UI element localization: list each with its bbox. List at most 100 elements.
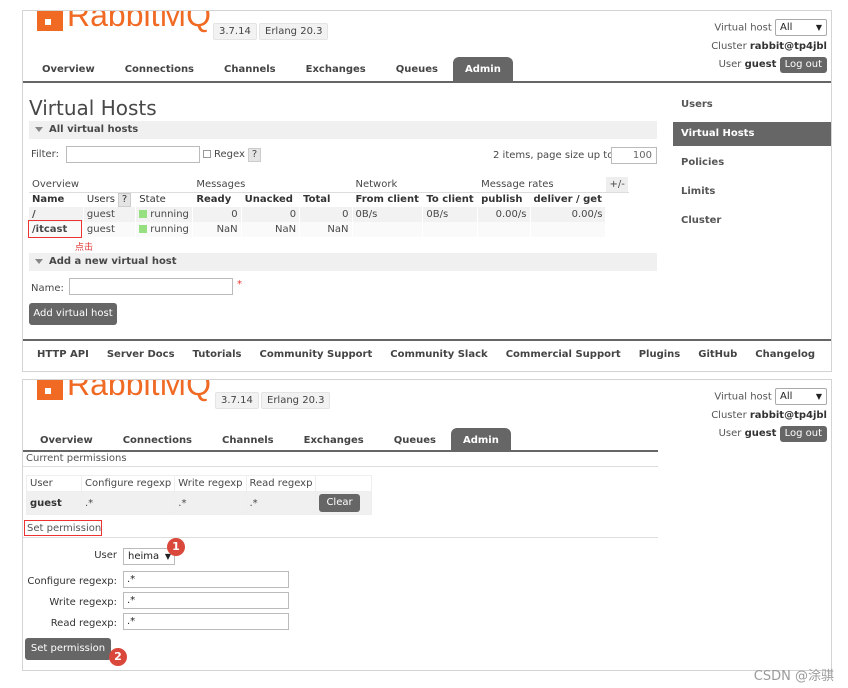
tab-queues[interactable]: Queues <box>381 64 453 81</box>
cell-user: guest <box>26 491 82 515</box>
annotation-highlight-box <box>28 220 82 238</box>
all-vhosts-section-toggle[interactable]: All virtual hosts <box>29 121 657 139</box>
cell-action: Clear <box>315 491 373 515</box>
col-users: Users? <box>83 192 137 207</box>
add-vhost-section-toggle[interactable]: Add a new virtual host <box>29 253 657 271</box>
cluster-label: Cluster <box>711 409 747 421</box>
virtual-host-select[interactable]: All ▼ <box>775 19 827 36</box>
vhosts-table: Overview Messages Network Message rates … <box>29 177 629 237</box>
admin-sidebar: Users Virtual Hosts Policies Limits Clus… <box>673 93 831 238</box>
header-info: Virtual host All ▼ Cluster rabbit@tp4jbl … <box>711 388 827 443</box>
col-deliver: deliver / get <box>530 192 607 207</box>
footer-link-community-support[interactable]: Community Support <box>260 349 373 360</box>
permissions-table: User Configure regexp Write regexp Read … <box>26 475 373 515</box>
set-permission-button[interactable]: Set permission <box>25 638 111 660</box>
col-to-client: To client <box>422 192 479 207</box>
page-title: Virtual Hosts <box>29 96 157 120</box>
footer-divider <box>23 339 831 341</box>
user-label: User <box>718 427 742 439</box>
cell-users: guest <box>83 222 137 237</box>
tab-overview[interactable]: Overview <box>27 64 110 81</box>
cell-ready: 0 <box>192 207 242 222</box>
users-help-button[interactable]: ? <box>117 192 132 207</box>
version-badge: 3.7.14 <box>213 23 257 40</box>
set-permission-heading: Set permission <box>27 523 102 534</box>
regex-help-button[interactable]: ? <box>247 148 262 162</box>
cell-state: running <box>135 207 194 222</box>
cell-deliver: 0.00/s <box>530 207 607 222</box>
rabbitmq-logo[interactable]: RabbitMQ <box>37 380 211 402</box>
read-regexp-label: Read regexp: <box>50 618 117 629</box>
checkbox-icon <box>203 150 211 158</box>
add-vhost-heading: Add a new virtual host <box>49 256 177 267</box>
tab-admin[interactable]: Admin <box>450 428 511 452</box>
cell-ready: NaN <box>192 222 242 237</box>
virtual-hosts-screenshot: RabbitMQ 3.7.14 Erlang 20.3 Virtual host… <box>22 10 832 372</box>
sidebar-item-policies[interactable]: Policies <box>673 151 831 175</box>
cell-to-client <box>422 222 479 237</box>
cell-from-client <box>352 222 424 237</box>
collapse-triangle-icon <box>35 126 43 132</box>
rabbit-logo-icon <box>37 11 63 31</box>
add-virtual-host-button[interactable]: Add virtual host <box>29 303 117 325</box>
clear-button[interactable]: Clear <box>319 494 360 512</box>
footer-link-github[interactable]: GitHub <box>698 349 737 360</box>
current-permissions-heading: Current permissions <box>26 453 127 464</box>
all-vhosts-heading: All virtual hosts <box>49 124 139 135</box>
cell-to-client: 0B/s <box>422 207 479 222</box>
column-toggle-button[interactable]: +/- <box>605 177 629 193</box>
filter-input[interactable] <box>66 146 200 163</box>
user-field-label: User <box>94 550 117 561</box>
footer-link-community-slack[interactable]: Community Slack <box>390 349 487 360</box>
logo-wordmark: RabbitMQ <box>67 10 212 33</box>
dropdown-arrow-icon: ▼ <box>815 23 822 32</box>
read-regexp-input[interactable]: .* <box>123 613 289 630</box>
sidebar-item-cluster[interactable]: Cluster <box>673 209 831 233</box>
footer-link-changelog[interactable]: Changelog <box>755 349 815 360</box>
footer-links: HTTP API Server Docs Tutorials Community… <box>37 349 831 360</box>
footer-link-commercial-support[interactable]: Commercial Support <box>506 349 621 360</box>
tab-channels[interactable]: Channels <box>209 64 291 81</box>
col-publish: publish <box>477 192 531 207</box>
cell-deliver <box>530 222 607 237</box>
tab-admin[interactable]: Admin <box>452 57 513 81</box>
running-status-icon <box>139 225 148 233</box>
col-ready: Ready <box>192 192 242 207</box>
col-unacked: Unacked <box>241 192 301 207</box>
sidebar-item-virtual-hosts[interactable]: Virtual Hosts <box>673 122 831 146</box>
footer-link-server-docs[interactable]: Server Docs <box>107 349 175 360</box>
section-divider <box>23 466 658 467</box>
col-write: Write regexp <box>174 475 247 492</box>
footer-link-tutorials[interactable]: Tutorials <box>193 349 242 360</box>
virtual-host-value: All <box>780 22 793 33</box>
write-regexp-input[interactable]: .* <box>123 592 289 609</box>
cluster-value: rabbit@tp4jbl <box>749 409 827 421</box>
vhost-name-input[interactable] <box>69 278 233 295</box>
required-mark: * <box>237 279 242 290</box>
regex-checkbox[interactable]: Regex? <box>203 148 262 162</box>
tab-exchanges[interactable]: Exchanges <box>291 64 381 81</box>
group-messages: Messages <box>192 177 353 193</box>
sidebar-item-limits[interactable]: Limits <box>673 180 831 204</box>
rabbit-logo-icon <box>37 380 63 400</box>
footer-link-plugins[interactable]: Plugins <box>639 349 681 360</box>
configure-regexp-input[interactable]: .* <box>123 571 289 588</box>
name-label: Name: <box>31 283 64 294</box>
logout-button[interactable]: Log out <box>779 425 827 442</box>
col-action <box>315 475 373 492</box>
cell-users: guest <box>83 207 137 222</box>
collapse-triangle-icon <box>35 258 43 264</box>
col-read: Read regexp <box>245 475 317 492</box>
tabs-divider <box>23 450 658 452</box>
page-size-input[interactable]: 100 <box>611 147 657 164</box>
sidebar-item-users[interactable]: Users <box>673 93 831 117</box>
main-tabs: Overview Connections Channels Exchanges … <box>23 428 671 452</box>
write-regexp-label: Write regexp: <box>49 597 117 608</box>
main-tabs: Overview Connections Channels Exchanges … <box>23 57 831 83</box>
virtual-host-select[interactable]: All ▼ <box>775 388 827 405</box>
step-2-badge: 2 <box>109 648 127 666</box>
footer-link-http-api[interactable]: HTTP API <box>37 349 89 360</box>
tab-connections[interactable]: Connections <box>110 64 209 81</box>
rabbitmq-logo[interactable]: RabbitMQ <box>37 11 211 33</box>
col-users-label: Users <box>86 193 115 205</box>
